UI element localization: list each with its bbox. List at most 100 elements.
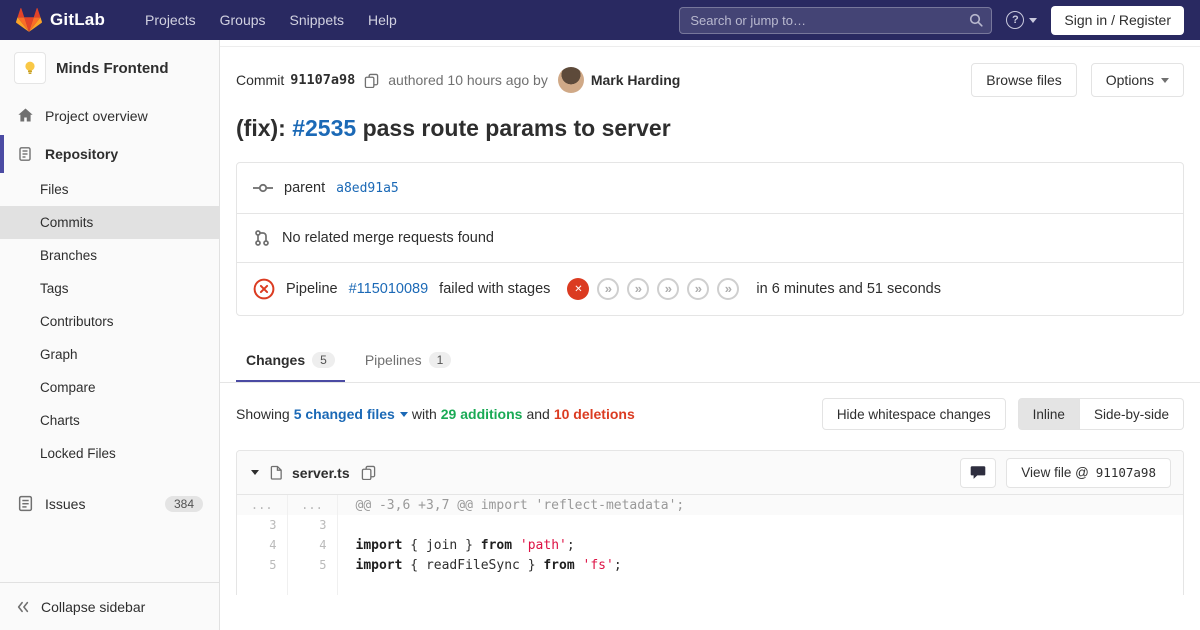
collapse-label: Collapse sidebar — [41, 598, 146, 615]
nav-help[interactable]: Help — [356, 0, 409, 40]
diff-line-row: 3 3 — [237, 515, 1183, 535]
project-context[interactable]: Minds Frontend — [0, 40, 219, 96]
diff-code-line — [337, 515, 1183, 535]
copy-sha-icon[interactable] — [364, 73, 379, 88]
stage-skipped-icon[interactable]: » — [687, 278, 710, 300]
copy-file-path-icon[interactable] — [361, 465, 376, 480]
old-line-number[interactable]: 3 — [237, 515, 288, 535]
diff-line-row — [237, 575, 1183, 595]
help-icon: ? — [1006, 11, 1025, 29]
new-line-number[interactable]: 5 — [287, 555, 338, 575]
diff-code-line: import { join } from 'path'; — [355, 537, 575, 553]
help-dropdown[interactable]: ? — [1006, 11, 1038, 29]
old-line-number[interactable]: 4 — [237, 535, 288, 555]
hunk-header-text: @@ -3,6 +3,7 @@ import 'reflect-metadata… — [355, 497, 685, 513]
issues-icon — [16, 495, 34, 512]
commit-title: (fix): #2535 pass route params to server — [236, 115, 671, 141]
collapse-sidebar-button[interactable]: Collapse sidebar — [0, 582, 219, 630]
diff-line-row: 4 4 import { join } from 'path'; — [237, 535, 1183, 555]
ci-failed-icon — [253, 278, 275, 300]
side-by-side-view-button[interactable]: Side-by-side — [1079, 398, 1184, 430]
sign-in-button[interactable]: Sign in / Register — [1051, 5, 1184, 35]
diff-file-container: server.ts View file @ 91107a98 ... ... @… — [236, 450, 1184, 595]
additions-count: 29 additions — [440, 406, 523, 422]
stage-failed-icon[interactable]: ✕ — [567, 278, 590, 300]
sidebar-item-compare[interactable]: Compare — [0, 371, 219, 404]
main-content: Minds › Minds Frontend › Commits › 91107… — [220, 0, 1200, 595]
author-name[interactable]: Mark Harding — [591, 72, 680, 88]
sidebar-item-project-overview[interactable]: Project overview — [0, 96, 219, 135]
collapse-diff-icon[interactable] — [249, 468, 261, 477]
old-line-number: ... — [237, 495, 288, 515]
diff-code-line — [337, 575, 1183, 595]
sidebar-item-branches[interactable]: Branches — [0, 239, 219, 272]
issues-count-badge: 384 — [164, 495, 203, 512]
home-icon — [16, 107, 34, 124]
pipeline-id-link[interactable]: #115010089 — [349, 281, 429, 297]
commit-label: Commit — [236, 72, 285, 88]
new-line-number: ... — [287, 495, 338, 515]
author-avatar[interactable] — [557, 67, 584, 93]
comment-on-file-button[interactable] — [960, 457, 997, 488]
merge-request-icon — [253, 229, 271, 247]
changes-count-badge: 5 — [312, 352, 335, 368]
nav-groups[interactable]: Groups — [208, 0, 278, 40]
commit-sha: 91107a98 — [290, 72, 356, 88]
hide-whitespace-button[interactable]: Hide whitespace changes — [821, 398, 1006, 430]
gitlab-tanuki-logo — [16, 7, 42, 33]
view-file-button[interactable]: View file @ 91107a98 — [1006, 457, 1171, 488]
commit-info-box: parent a8ed91a5 No related merge request… — [236, 162, 1184, 316]
sidebar-item-files[interactable]: Files — [0, 173, 219, 206]
sidebar-item-locked-files[interactable]: Locked Files — [0, 437, 219, 470]
stage-skipped-icon[interactable]: » — [627, 278, 650, 300]
stage-skipped-icon[interactable]: » — [717, 278, 740, 300]
chevron-down-icon — [1161, 77, 1169, 83]
sidebar-item-repository[interactable]: Repository — [0, 135, 219, 173]
pipeline-text-middle: failed with stages — [439, 281, 551, 297]
mini-pipeline-graph: ✕ » » » » » — [567, 278, 740, 300]
sidebar-item-charts[interactable]: Charts — [0, 404, 219, 437]
changed-files-dropdown[interactable]: 5 changed files — [294, 406, 408, 422]
sidebar-item-tags[interactable]: Tags — [0, 272, 219, 305]
merge-requests-text: No related merge requests found — [282, 230, 494, 246]
chevron-down-icon — [1029, 17, 1038, 23]
tab-changes[interactable]: Changes 5 — [236, 338, 345, 382]
new-line-number[interactable]: 4 — [287, 535, 338, 555]
pipeline-text-prefix: Pipeline — [286, 281, 338, 297]
and-label: and — [526, 406, 550, 422]
project-sidebar: Minds Frontend Project overview Reposito… — [0, 40, 220, 630]
gitlab-home-link[interactable]: GitLab — [16, 7, 105, 33]
sidebar-item-contributors[interactable]: Contributors — [0, 305, 219, 338]
sidebar-item-graph[interactable]: Graph — [0, 338, 219, 371]
showing-label: Showing — [236, 406, 290, 422]
browse-files-button[interactable]: Browse files — [971, 63, 1077, 97]
inline-view-button[interactable]: Inline — [1017, 398, 1080, 430]
parent-sha-link[interactable]: a8ed91a5 — [336, 181, 399, 196]
search-icon[interactable] — [968, 12, 984, 28]
comment-bubble-icon — [970, 466, 986, 479]
primary-nav: Projects Groups Snippets Help — [133, 0, 409, 40]
stage-skipped-icon[interactable]: » — [597, 278, 620, 300]
options-dropdown-button[interactable]: Options — [1090, 63, 1184, 97]
old-line-number[interactable] — [237, 575, 288, 595]
file-name: server.ts — [292, 464, 350, 481]
issue-link[interactable]: #2535 — [292, 115, 356, 141]
nav-projects[interactable]: Projects — [133, 0, 208, 40]
diff-view-toggle: Inline Side-by-side — [1017, 398, 1184, 430]
nav-snippets[interactable]: Snippets — [278, 0, 356, 40]
pipeline-duration-text: in 6 minutes and 51 seconds — [756, 281, 941, 297]
sidebar-item-label: Repository — [45, 146, 119, 162]
stage-skipped-icon[interactable]: » — [657, 278, 680, 300]
sidebar-item-commits[interactable]: Commits — [0, 206, 219, 239]
pipelines-count-badge: 1 — [428, 352, 452, 368]
sidebar-item-issues[interactable]: Issues 384 — [0, 484, 219, 523]
old-line-number[interactable]: 5 — [237, 555, 288, 575]
tab-pipelines[interactable]: Pipelines 1 — [355, 338, 462, 382]
collapse-icon — [16, 600, 30, 614]
search-input[interactable] — [679, 6, 993, 34]
parent-label: parent — [284, 180, 326, 196]
sidebar-item-label: Issues — [45, 495, 86, 512]
new-line-number[interactable] — [287, 575, 338, 595]
new-line-number[interactable]: 3 — [287, 515, 338, 535]
authored-text: authored 10 hours ago by — [388, 72, 548, 88]
